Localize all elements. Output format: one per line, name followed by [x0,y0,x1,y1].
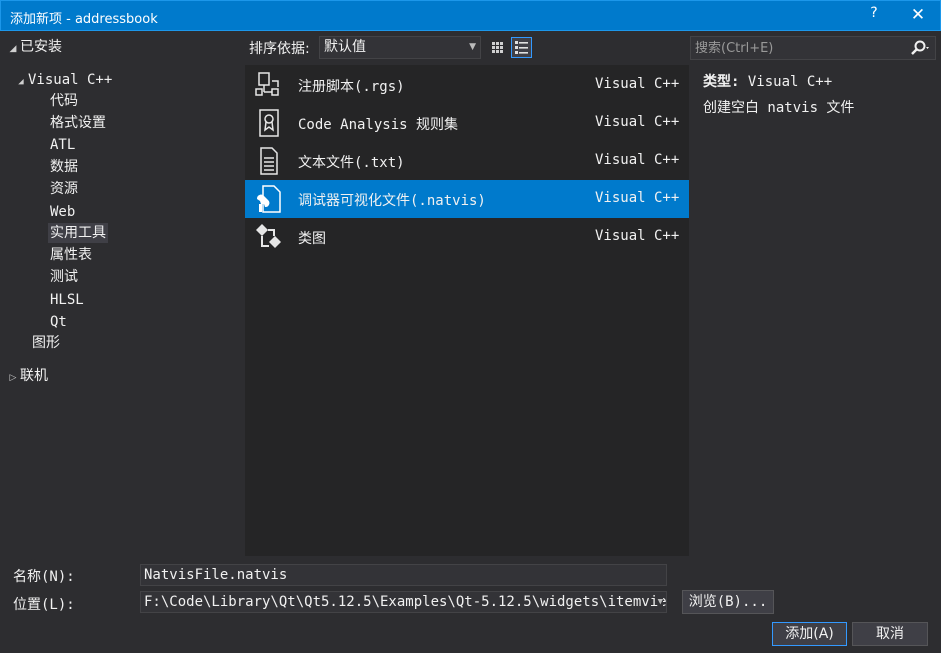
tree-item-resource[interactable]: 资源 [50,179,78,199]
location-label: 位置(L): [13,597,75,613]
search-box [690,36,936,60]
tree-item-test[interactable]: 测试 [50,267,78,287]
close-button[interactable]: ✕ [904,5,932,27]
template-row-class-diagram[interactable]: 类图 Visual C++ [245,218,689,256]
tree-item-label: 已安装 [20,39,62,55]
template-name: 注册脚本(.rgs) [298,79,405,95]
location-select[interactable]: F:\Code\Library\Qt\Qt5.12.5\Examples\Qt-… [140,591,667,613]
template-language: Visual C++ [595,228,680,244]
template-name: 文本文件(.txt) [298,155,405,171]
sort-label: 排序依据: [249,41,310,57]
location-value: F:\Code\Library\Qt\Qt5.12.5\Examples\Qt-… [144,594,667,610]
template-row-code-analysis[interactable]: Code Analysis 规则集 Visual C++ [245,104,689,142]
name-input[interactable]: NatvisFile.natvis [140,564,667,586]
template-row-text-file[interactable]: 文本文件(.txt) Visual C++ [245,142,689,180]
template-language: Visual C++ [595,190,680,206]
template-language: Visual C++ [595,152,680,168]
tree-item-code[interactable]: 代码 [50,91,78,111]
template-row-natvis[interactable]: 调试器可视化文件(.natvis) Visual C++ [245,180,689,218]
type-label: 类型: [703,74,740,90]
template-name: Code Analysis 规则集 [298,117,459,133]
expanded-arrow-icon[interactable]: ◢ [6,39,20,59]
template-list: 注册脚本(.rgs) Visual C++ Code Analysis 规则集 … [245,65,689,556]
template-row-rgs[interactable]: 注册脚本(.rgs) Visual C++ [245,66,689,104]
tree-item-label: Visual C++ [28,72,113,88]
search-button[interactable] [905,38,933,58]
title-bar: 添加新项 - addressbook ? ✕ [0,0,941,31]
tree-item-qt[interactable]: Qt [50,312,67,332]
tree-item-hlsl[interactable]: HLSL [50,290,84,310]
help-button[interactable]: ? [863,5,885,27]
description-text: 创建空白 natvis 文件 [703,100,855,116]
name-label: 名称(N): [13,569,75,585]
cancel-button[interactable]: 取消 [852,622,928,646]
rule-set-icon [259,109,279,137]
sort-value: 默认值 [324,39,366,55]
natvis-file-icon [256,185,281,213]
tree-item-installed[interactable]: ◢ 已安装 [6,37,62,57]
description-type: 类型: Visual C++ [703,71,832,91]
small-icons-view-button[interactable] [487,37,508,58]
search-icon [911,40,929,55]
sort-select[interactable]: 默认值 ▼ [319,36,481,59]
tree-item-utility[interactable]: 实用工具 [48,223,108,243]
tree-item-data[interactable]: 数据 [50,157,78,177]
tree-item-formatting[interactable]: 格式设置 [50,113,106,133]
template-name: 调试器可视化文件(.natvis) [298,193,486,209]
tree-item-property-sheet[interactable]: 属性表 [50,245,92,265]
text-file-icon [260,147,278,175]
registry-script-icon [255,72,279,96]
tree-item-atl[interactable]: ATL [50,135,75,155]
grid-view-icon [492,42,503,53]
collapsed-arrow-icon[interactable]: ▷ [6,368,20,388]
browse-button[interactable]: 浏览(B)... [682,590,774,614]
type-value: Visual C++ [747,74,833,90]
tree-item-web[interactable]: Web [50,202,75,222]
list-view-icon [515,41,528,54]
category-tree: ◢ 已安装 ◢ Visual C++ 代码 格式设置 ATL 数据 资源 Web 实… [0,32,244,556]
list-view-button[interactable] [511,37,532,58]
template-language: Visual C++ [595,76,680,92]
tree-item-visual-cpp[interactable]: ◢ Visual C++ [14,70,112,90]
tree-item-online[interactable]: ▷ 联机 [6,366,48,386]
search-input[interactable] [691,37,903,59]
chevron-down-icon: ▼ [469,42,476,52]
class-diagram-icon [256,224,281,248]
chevron-down-icon: ▼ [657,592,663,612]
window-title: 添加新项 - addressbook [10,12,158,27]
tree-item-graphics[interactable]: 图形 [32,333,60,353]
template-language: Visual C++ [595,114,680,130]
template-name: 类图 [298,231,326,247]
add-button[interactable]: 添加(A) [772,622,847,646]
expanded-arrow-icon[interactable]: ◢ [14,72,28,92]
tree-item-label: 联机 [20,368,48,384]
